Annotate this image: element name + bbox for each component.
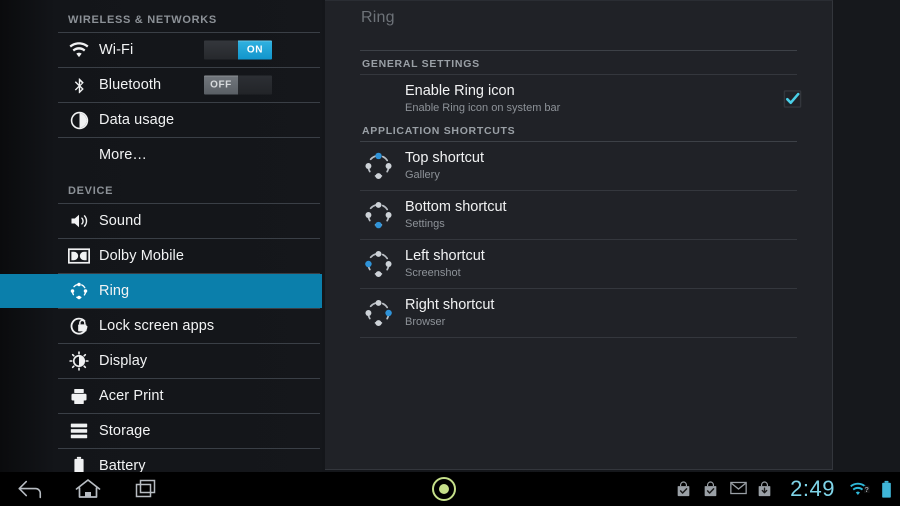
pref-title: Bottom shortcut bbox=[405, 199, 507, 215]
sidebar-section-header-device: DEVICE bbox=[68, 185, 114, 197]
home-icon[interactable] bbox=[68, 473, 108, 505]
pref-left-shortcut[interactable]: Left shortcut Screenshot bbox=[325, 240, 832, 288]
section-header-general-settings: GENERAL SETTINGS bbox=[362, 58, 480, 70]
toggle-track-on bbox=[238, 75, 272, 95]
toggle-label-off: OFF bbox=[204, 75, 238, 95]
android-tablet-screen: WIRELESS & NETWORKS Wi-Fi ON Bluetooth O… bbox=[0, 0, 900, 506]
gmail-icon bbox=[730, 481, 747, 497]
divider bbox=[360, 337, 797, 338]
ring-position-left-icon bbox=[363, 249, 394, 280]
status-icon-group[interactable]: 2:49 ? bbox=[676, 472, 892, 506]
brightness-icon bbox=[68, 350, 90, 372]
settings-window: WIRELESS & NETWORKS Wi-Fi ON Bluetooth O… bbox=[0, 0, 900, 472]
sidebar-item-label: Bluetooth bbox=[99, 77, 162, 93]
ring-settings-panel: Ring GENERAL SETTINGS Enable Ring icon E… bbox=[325, 0, 833, 470]
sidebar-item-sound[interactable]: Sound bbox=[0, 204, 322, 238]
storage-icon bbox=[68, 420, 90, 442]
data-usage-icon bbox=[68, 109, 90, 131]
play-store-download-complete-icon bbox=[676, 481, 692, 497]
sidebar-item-display[interactable]: Display bbox=[0, 344, 322, 378]
sidebar-item-ring[interactable]: Ring bbox=[0, 274, 322, 308]
pref-title: Enable Ring icon bbox=[405, 83, 515, 99]
pref-title: Left shortcut bbox=[405, 248, 485, 264]
bluetooth-icon bbox=[68, 74, 90, 96]
ring-launcher-icon[interactable] bbox=[430, 475, 458, 503]
toggle-label-on: ON bbox=[238, 40, 272, 60]
page-title: Ring bbox=[361, 9, 395, 26]
dolby-icon bbox=[68, 245, 90, 267]
sidebar-item-acer-print[interactable]: Acer Print bbox=[0, 379, 322, 413]
status-clock: 2:49 bbox=[790, 476, 835, 501]
pref-top-shortcut[interactable]: Top shortcut Gallery bbox=[325, 142, 832, 190]
ring-icon bbox=[68, 280, 90, 302]
sidebar-item-label: More… bbox=[99, 147, 148, 163]
sidebar-item-label: Ring bbox=[99, 283, 130, 299]
play-store-download-complete-icon bbox=[703, 481, 719, 497]
ring-position-top-icon bbox=[363, 151, 394, 182]
pref-value: Browser bbox=[405, 316, 446, 328]
sidebar-item-label: Storage bbox=[99, 423, 151, 439]
sidebar-item-storage[interactable]: Storage bbox=[0, 414, 322, 448]
sidebar-item-label: Dolby Mobile bbox=[99, 248, 185, 264]
ring-position-right-icon bbox=[363, 298, 394, 329]
ring-position-bottom-icon bbox=[363, 200, 394, 231]
wifi-status-icon: ? bbox=[849, 480, 870, 498]
sidebar-item-label: Acer Print bbox=[99, 388, 164, 404]
pref-value: Gallery bbox=[405, 169, 440, 181]
section-header-application-shortcuts: APPLICATION SHORTCUTS bbox=[362, 125, 516, 137]
back-icon[interactable] bbox=[10, 473, 50, 505]
recents-icon[interactable] bbox=[126, 473, 166, 505]
wifi-toggle[interactable]: ON bbox=[204, 40, 272, 60]
download-icon bbox=[757, 481, 773, 497]
sidebar-item-bluetooth[interactable]: Bluetooth OFF bbox=[0, 68, 322, 102]
pref-value: Screenshot bbox=[405, 267, 461, 279]
sidebar-item-label: Battery bbox=[99, 458, 146, 472]
sidebar-item-label: Lock screen apps bbox=[99, 318, 215, 334]
sidebar-item-data-usage[interactable]: Data usage bbox=[0, 103, 322, 137]
pref-title: Right shortcut bbox=[405, 297, 495, 313]
pref-title: Top shortcut bbox=[405, 150, 484, 166]
system-navigation-bar: 2:49 ? bbox=[0, 472, 900, 506]
pref-bottom-shortcut[interactable]: Bottom shortcut Settings bbox=[325, 191, 832, 239]
printer-icon bbox=[68, 385, 90, 407]
sidebar-item-more[interactable]: More… bbox=[0, 138, 322, 172]
lock-icon bbox=[68, 315, 90, 337]
battery-status-icon bbox=[881, 480, 892, 499]
enable-ring-icon-checkbox[interactable] bbox=[783, 90, 802, 109]
sidebar-item-label: Wi-Fi bbox=[99, 42, 134, 58]
speaker-icon bbox=[68, 210, 90, 232]
sidebar-item-wifi[interactable]: Wi-Fi ON bbox=[0, 33, 322, 67]
toggle-track-off bbox=[204, 40, 238, 60]
settings-sidebar: WIRELESS & NETWORKS Wi-Fi ON Bluetooth O… bbox=[0, 0, 322, 472]
wifi-icon bbox=[68, 39, 90, 61]
pref-value: Settings bbox=[405, 218, 445, 230]
sidebar-item-label: Sound bbox=[99, 213, 142, 229]
sidebar-section-header-wireless: WIRELESS & NETWORKS bbox=[68, 14, 217, 26]
pref-enable-ring-icon[interactable]: Enable Ring icon Enable Ring icon on sys… bbox=[325, 75, 832, 123]
pref-subtitle: Enable Ring icon on system bar bbox=[405, 102, 561, 114]
sidebar-item-label: Data usage bbox=[99, 112, 175, 128]
battery-icon bbox=[68, 455, 90, 472]
sidebar-item-dolby-mobile[interactable]: Dolby Mobile bbox=[0, 239, 322, 273]
svg-text:?: ? bbox=[865, 485, 870, 494]
bluetooth-toggle[interactable]: OFF bbox=[204, 75, 272, 95]
sidebar-item-lock-screen-apps[interactable]: Lock screen apps bbox=[0, 309, 322, 343]
nav-button-group bbox=[0, 473, 166, 505]
sidebar-item-battery[interactable]: Battery bbox=[0, 449, 322, 472]
sidebar-item-label: Display bbox=[99, 353, 148, 369]
pref-right-shortcut[interactable]: Right shortcut Browser bbox=[325, 289, 832, 337]
